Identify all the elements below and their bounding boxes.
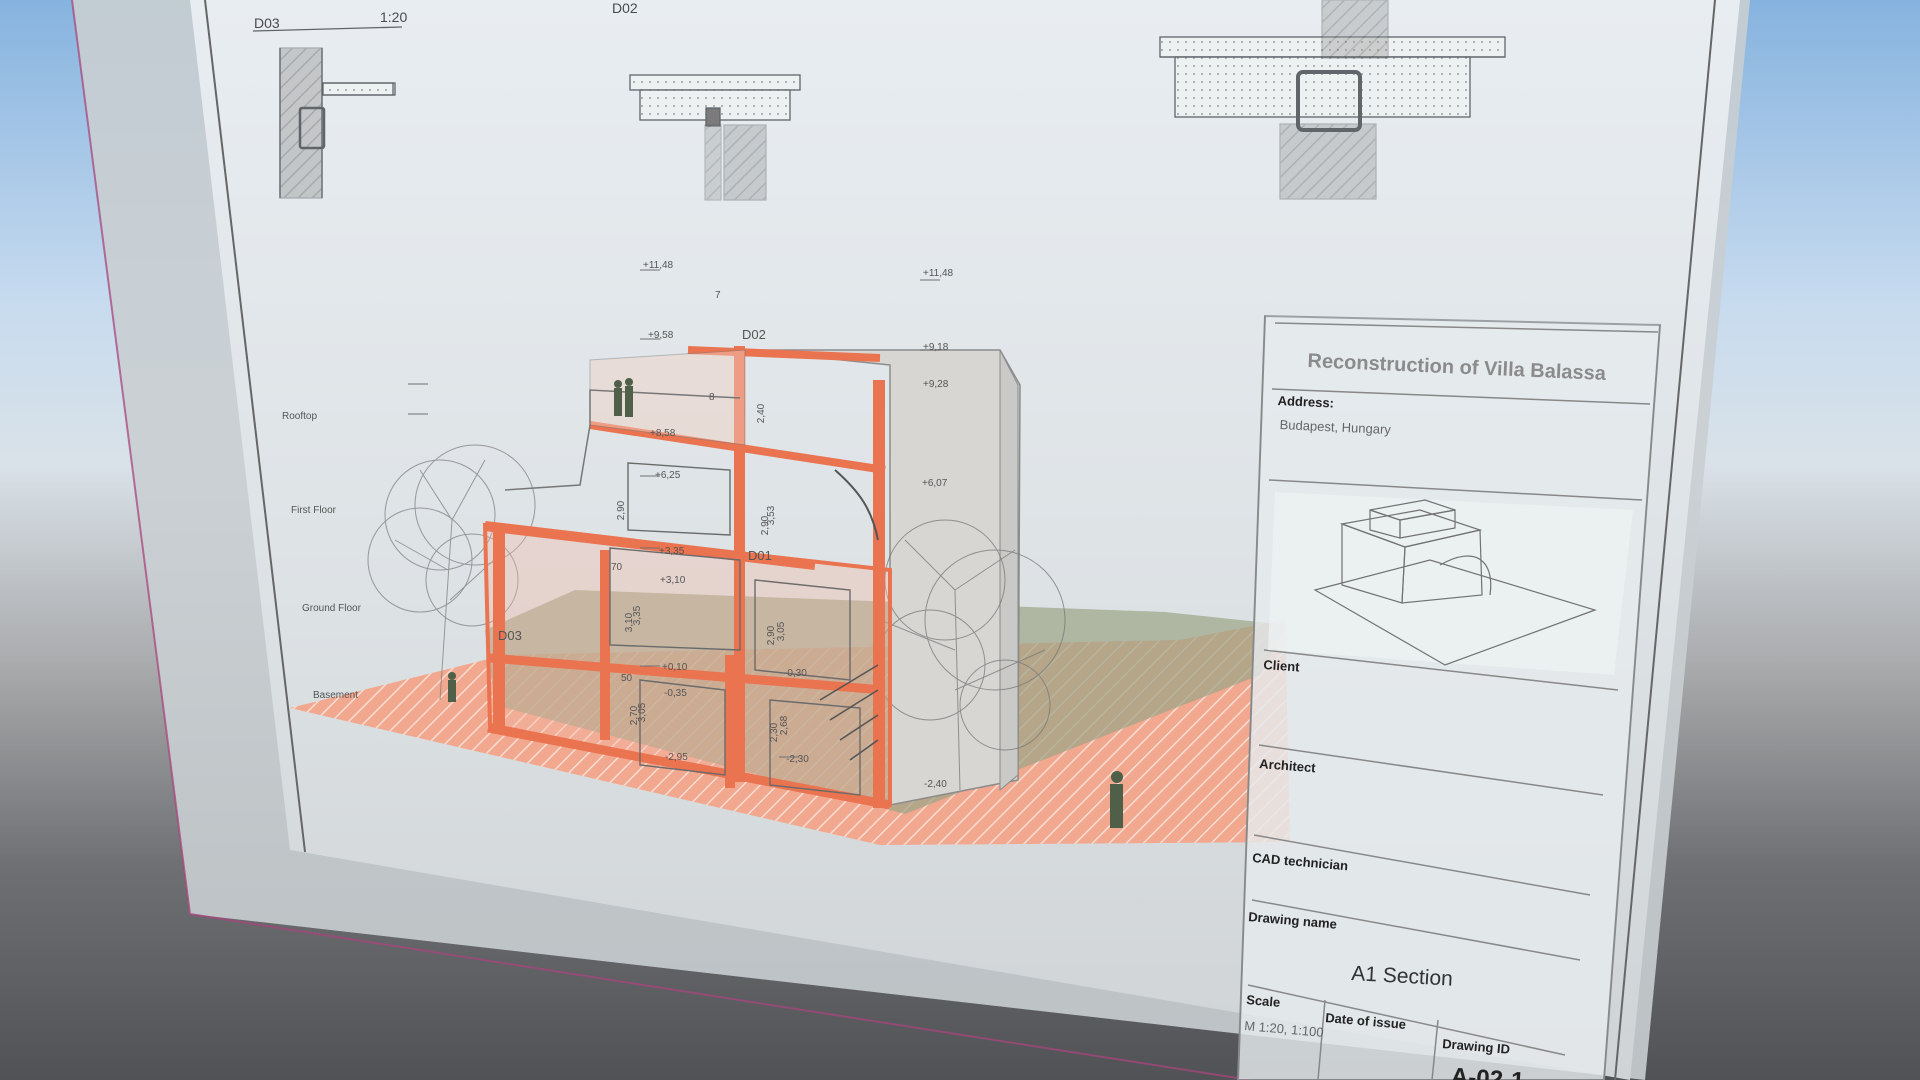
level-1: +6,25 — [655, 470, 681, 481]
level-roof-top-2: +11,48 — [923, 268, 954, 279]
level-4: +3,10 — [660, 575, 686, 586]
dim-n: 50 — [621, 673, 633, 684]
address-label: Address: — [1277, 393, 1335, 411]
level-10: -2,40 — [924, 779, 947, 790]
detail-d03-scale: 1:20 — [380, 9, 408, 25]
callout-d02: D02 — [742, 327, 766, 342]
level-roof: +9,58 — [648, 330, 674, 341]
level-5: +0,10 — [662, 662, 688, 673]
detail-d02-label: D02 — [612, 0, 638, 16]
sheet-svg — [71, 0, 1750, 1080]
level-roof-4: +8,58 — [650, 428, 676, 439]
floor-ground-label: Ground Floor — [302, 603, 361, 614]
callout-d01: D01 — [748, 548, 772, 563]
dim-f: 3,35 — [632, 605, 644, 626]
dim-o: 8 — [709, 392, 715, 403]
dim-m: 70 — [611, 562, 623, 573]
client-label: Client — [1262, 657, 1301, 675]
level-3: +3,35 — [659, 546, 685, 557]
callout-d03: D03 — [498, 628, 522, 643]
level-6: -0,35 — [664, 688, 687, 699]
level-8: -2,95 — [665, 752, 688, 763]
floor-basement-label: Basement — [313, 690, 359, 701]
dim-a: 2,40 — [756, 403, 768, 424]
detail-d03-label: D03 — [254, 15, 280, 31]
level-roof-top: +11,48 — [643, 260, 674, 271]
level-roof-3: +9,28 — [923, 379, 949, 390]
level-roof-2: +9,18 — [923, 342, 949, 353]
dim-l: 2,68 — [779, 715, 791, 736]
floor-roof-label: Rooftop — [282, 411, 318, 422]
level-9: -2,30 — [786, 754, 809, 765]
floor-first-label: First Floor — [291, 505, 336, 516]
drawing-sheet[interactable]: D03 1:20 D02 +11,48 +11,48 +9,58 +9,18 +… — [0, 0, 1920, 1080]
dim-d: 2,90 — [760, 515, 772, 536]
viewport[interactable]: D03 1:20 D02 +11,48 +11,48 +9,58 +9,18 +… — [0, 0, 1920, 1080]
dim-h: 3,05 — [776, 621, 788, 642]
level-7: -0,30 — [784, 668, 807, 679]
level-2: +6,07 — [922, 478, 948, 489]
scale-label: Scale — [1245, 992, 1281, 1010]
dim-p: 7 — [715, 290, 721, 301]
dim-j: 3,05 — [637, 702, 649, 723]
dim-b: 2,90 — [616, 500, 628, 521]
